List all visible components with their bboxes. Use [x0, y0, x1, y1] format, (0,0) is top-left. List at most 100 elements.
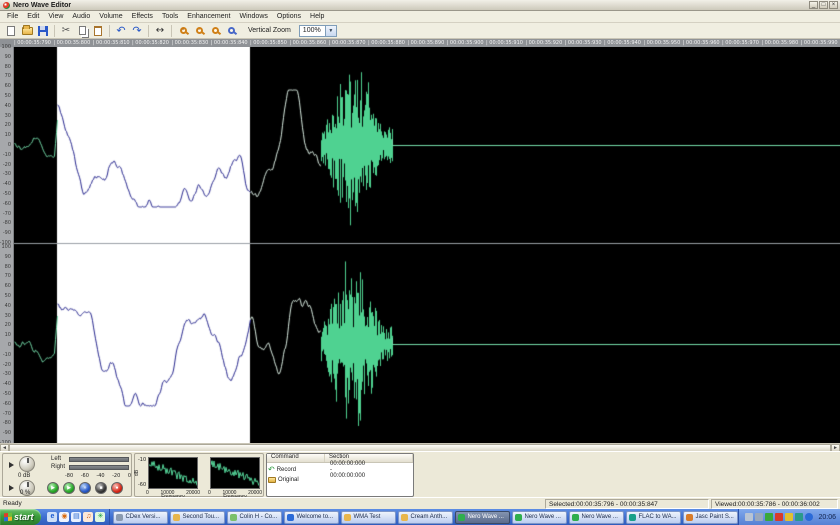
tray-display-icon[interactable] — [745, 513, 753, 521]
new-icon[interactable] — [4, 24, 18, 37]
cut-icon[interactable]: ✂ — [59, 24, 73, 37]
menu-edit[interactable]: Edit — [23, 12, 43, 21]
scale-label: 70 — [5, 274, 11, 279]
scale-label: -80 — [3, 221, 11, 226]
minimize-button[interactable]: _ — [809, 1, 818, 9]
stop-button[interactable]: ■ — [95, 482, 107, 494]
undo-icon[interactable]: ↶ — [114, 24, 128, 37]
menu-windows[interactable]: Windows — [235, 12, 271, 21]
taskbar-button[interactable]: Jasc Paint S... — [683, 511, 738, 524]
redo-icon[interactable]: ↷ — [130, 24, 144, 37]
scale-label: -90 — [3, 231, 11, 236]
task-icon-nero — [458, 514, 465, 521]
taskbar-button[interactable]: FLAC to WA... — [626, 511, 681, 524]
menu-enhancement[interactable]: Enhancement — [183, 12, 234, 21]
command-label: Record — [277, 467, 296, 473]
menu-effects[interactable]: Effects — [128, 12, 157, 21]
scale-label: -70 — [3, 212, 11, 217]
play-button[interactable]: ▶ — [47, 482, 59, 494]
start-button[interactable]: start — [0, 509, 41, 525]
taskbar-button[interactable]: Welcome to... — [284, 511, 339, 524]
play-all-button[interactable]: ▶ — [63, 482, 75, 494]
horizontal-scrollbar[interactable]: ◄ ► — [0, 443, 840, 451]
fast-forward-button[interactable]: » — [79, 482, 91, 494]
taskbar-button[interactable]: CDex Versi... — [113, 511, 168, 524]
tray-network-icon[interactable] — [795, 513, 803, 521]
tray-update-icon[interactable] — [765, 513, 773, 521]
maximize-button[interactable]: □ — [819, 1, 828, 9]
show-desktop-icon[interactable]: ▤ — [71, 512, 81, 522]
taskbar-button[interactable]: WMA Test — [341, 511, 396, 524]
paste-icon[interactable] — [91, 24, 105, 37]
ruler-label: | 00:00:35:820 — [132, 40, 169, 46]
taskbar-button-label: CDex Versi... — [125, 514, 160, 520]
ruler-label: | 00:00:35:950 — [643, 40, 680, 46]
open-icon[interactable] — [20, 24, 34, 37]
scale-label: 10 — [5, 133, 11, 138]
winamp-icon[interactable]: ♫ — [83, 512, 93, 522]
close-button[interactable]: × — [829, 1, 838, 9]
internet-explorer-icon[interactable]: e — [47, 512, 57, 522]
start-label: start — [14, 512, 34, 522]
task-buttons: CDex Versi... Second Tou...Colin H - Co..… — [110, 511, 738, 524]
save-icon[interactable] — [36, 24, 50, 37]
menu-options[interactable]: Options — [273, 12, 305, 21]
amplitude-scale: 1009080706050403020100-10-20-30-40-50-60… — [0, 47, 14, 443]
bottom-dock: 0 dB Left Right -80-60-40-200 0 % ▶▶»■● … — [0, 451, 840, 497]
taskbar-button[interactable]: Second Tou... — [170, 511, 225, 524]
tray-volume-icon[interactable] — [785, 513, 793, 521]
scale-label: -90 — [3, 431, 11, 436]
media-player-icon[interactable]: ◉ — [59, 512, 69, 522]
taskbar-clock[interactable]: 20:06 — [818, 514, 836, 521]
app-icon — [3, 2, 10, 9]
taskbar-button[interactable]: Colin H - Co... — [227, 511, 282, 524]
ruler-label: | 00:00:35:890 — [407, 40, 444, 46]
taskbar-button[interactable]: Nero Wave ... — [455, 511, 510, 524]
balance-percent-label: 0 % — [20, 490, 30, 496]
command-column-header[interactable]: Command — [267, 454, 325, 462]
meter-scale-tick: -20 — [112, 473, 120, 479]
msn-icon[interactable]: ✳ — [95, 512, 105, 522]
chevron-down-icon[interactable]: ▼ — [325, 26, 336, 36]
menu-help[interactable]: Help — [306, 12, 328, 21]
fit-selection-icon[interactable]: ↔ — [153, 24, 167, 37]
ruler-label: | 00:00:35:980 — [761, 40, 798, 46]
taskbar-button[interactable]: Nero Wave ... — [569, 511, 624, 524]
scale-label: 90 — [5, 55, 11, 60]
taskbar-button[interactable]: Nero Wave ... — [512, 511, 567, 524]
taskbar-button[interactable]: Cream Anth... — [398, 511, 453, 524]
waveform-canvas[interactable] — [14, 47, 840, 443]
zoom-document-icon[interactable] — [224, 24, 238, 37]
record-button[interactable]: ● — [111, 482, 123, 494]
menu-volume[interactable]: Volume — [95, 12, 126, 21]
ruler-label: | 00:00:35:800 — [53, 40, 90, 46]
waveform-area: 1009080706050403020100-10-20-30-40-50-60… — [0, 47, 840, 443]
zoom-out-icon[interactable]: − — [192, 24, 206, 37]
zoom-selection-icon[interactable] — [208, 24, 222, 37]
scale-label: 30 — [5, 314, 11, 319]
task-icon-audio — [230, 514, 237, 521]
ruler-label: | 00:00:35:920 — [525, 40, 562, 46]
left-level-meter — [69, 457, 129, 462]
tray-info-icon[interactable] — [805, 513, 813, 521]
tray-display2-icon[interactable] — [755, 513, 763, 521]
command-row[interactable]: Original — [268, 475, 299, 485]
scale-label: 10 — [5, 333, 11, 338]
vertical-zoom-dropdown[interactable]: 100% ▼ — [299, 25, 337, 37]
vertical-zoom-value: 100% — [303, 27, 321, 34]
command-section: 00:00:00:000 - 00:00:00:000 — [330, 461, 365, 479]
ruler-label: | 00:00:35:960 — [683, 40, 720, 46]
tray-antivirus-icon[interactable] — [775, 513, 783, 521]
menu-file[interactable]: File — [3, 12, 22, 21]
zoom-in-icon[interactable]: + — [176, 24, 190, 37]
menu-audio[interactable]: Audio — [68, 12, 94, 21]
command-row[interactable]: ↶Record00:00:00:000 - 00:00:00:000 — [268, 465, 296, 475]
transport-panel: 0 dB Left Right -80-60-40-200 0 % ▶▶»■● — [2, 453, 132, 497]
copy-icon[interactable] — [75, 24, 89, 37]
command-history-panel: Command Section ↶Record00:00:00:000 - 00… — [266, 453, 414, 497]
volume-knob[interactable] — [19, 456, 35, 472]
menu-view[interactable]: View — [44, 12, 67, 21]
taskbar-button-label: WMA Test — [353, 514, 380, 520]
time-ruler[interactable]: | 00:00:35:790| 00:00:35:800| 00:00:35:8… — [0, 39, 840, 47]
menu-tools[interactable]: Tools — [158, 12, 182, 21]
